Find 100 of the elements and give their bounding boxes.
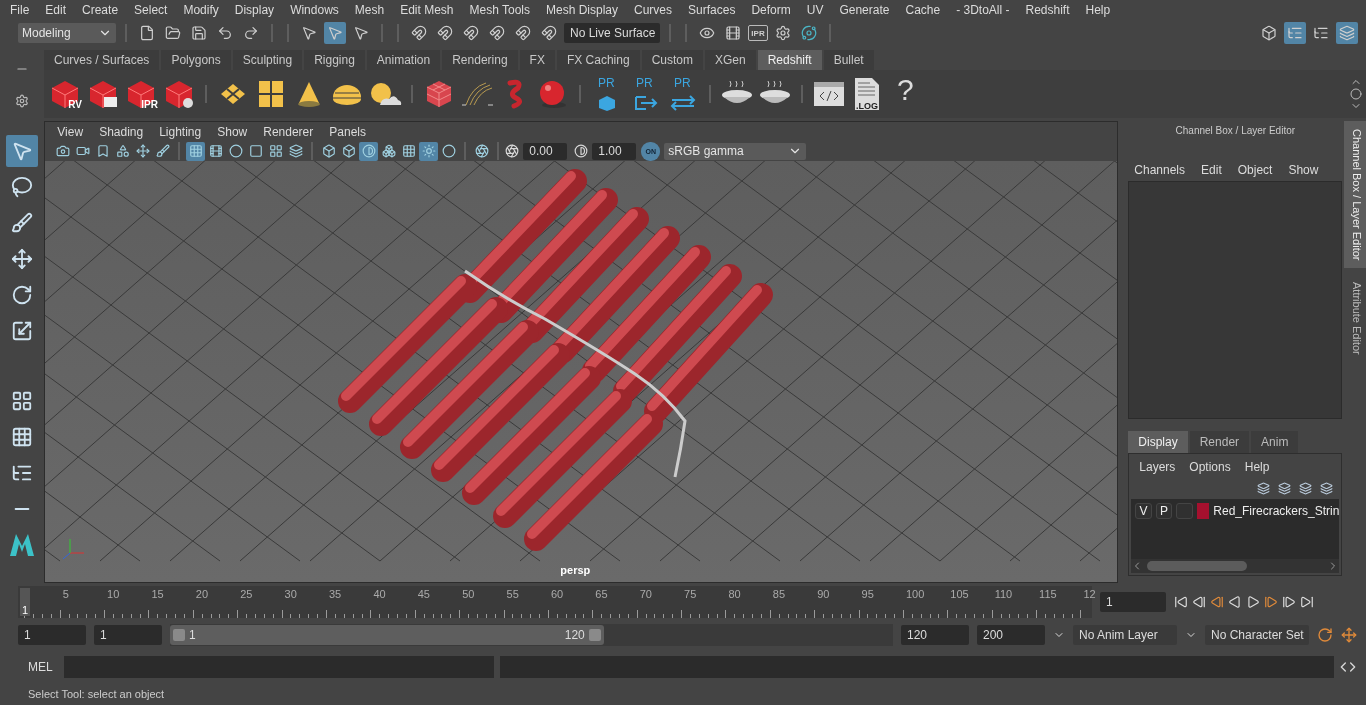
side-tab[interactable]: Channel Box / Layer Editor [1344, 121, 1366, 269]
go-to-start-icon[interactable] [1174, 595, 1188, 609]
playback-end-field[interactable]: 120 [901, 625, 969, 645]
end-time-field[interactable]: 200 [977, 625, 1045, 645]
paint-tool-icon [11, 212, 34, 234]
live-surface-field[interactable]: No Live Surface [564, 23, 660, 43]
shelf-tab[interactable]: XGen [704, 50, 756, 70]
shelf-tab[interactable]: Sculpting [232, 50, 303, 70]
script-editor-icon[interactable] [1340, 659, 1356, 675]
command-input[interactable] [64, 656, 494, 678]
menu-item[interactable]: Create [74, 3, 127, 17]
panel-menu-item[interactable]: View [49, 124, 92, 139]
menu-item[interactable]: Mesh Display [538, 3, 627, 17]
settings-icon[interactable] [15, 94, 29, 108]
grid-icon[interactable] [186, 141, 206, 161]
selection-mode-icon[interactable] [324, 22, 346, 44]
shelf-tab[interactable]: Curves / Surfaces [44, 50, 160, 70]
go-to-end-icon[interactable] [1300, 595, 1314, 609]
panel-menu-item[interactable]: Shading [91, 124, 152, 139]
playback-start-field[interactable]: 1 [94, 625, 162, 645]
menu-item[interactable]: Select [126, 3, 176, 17]
shelf-tab[interactable]: Rigging [304, 50, 365, 70]
shelf-tab[interactable]: Animation [366, 50, 441, 70]
character-set-field[interactable]: No Character Set [1205, 625, 1309, 645]
contrast-icon[interactable] [359, 141, 379, 161]
shelf-tab[interactable]: Custom [641, 50, 703, 70]
scrollbar-thumb[interactable] [1147, 561, 1248, 571]
exposure-field[interactable]: 0.00 [523, 142, 568, 160]
menu-item[interactable]: Edit Mesh [392, 3, 462, 17]
scroll-dot-icon[interactable] [1350, 88, 1362, 100]
range-handle[interactable] [173, 629, 185, 641]
panel-menu-item[interactable]: Renderer [255, 124, 322, 139]
current-time-marker[interactable]: 1 [20, 588, 30, 616]
previous-key-icon[interactable] [1210, 595, 1224, 609]
panel-menu-item[interactable]: Show [209, 124, 256, 139]
help-line: Select Tool: select an object [27, 687, 166, 702]
display-type-toggle[interactable] [1176, 503, 1193, 519]
menu-item[interactable]: Mesh [346, 3, 393, 17]
menu-item[interactable]: Help [1077, 3, 1119, 17]
ipr-render-icon[interactable]: IPR [748, 25, 768, 41]
menu-item[interactable]: Deform [743, 3, 799, 17]
panel-menu-item[interactable]: Object [1237, 163, 1273, 177]
color-space-dropdown[interactable]: sRGB gamma [664, 142, 807, 160]
play-icon[interactable] [1246, 595, 1260, 609]
auto-key-icon[interactable] [1317, 627, 1333, 643]
playback-toggle[interactable]: P [1155, 503, 1173, 519]
shelf-tab[interactable]: FX Caching [556, 50, 640, 70]
menu-item[interactable]: Surfaces [680, 3, 744, 17]
menu-item[interactable]: - 3DtoAll - [948, 3, 1018, 17]
panel-menu-item[interactable]: Layers [1139, 460, 1176, 474]
panel-menu-item[interactable]: Edit [1201, 163, 1222, 177]
layer-tab[interactable]: Display [1128, 431, 1188, 453]
panel-menu-item[interactable]: Options [1189, 460, 1231, 474]
shelf-tab[interactable]: Bullet [823, 50, 874, 70]
select-tool[interactable] [6, 135, 39, 167]
menu-item[interactable]: Redshift [1017, 3, 1078, 17]
layer-tab[interactable]: Anim [1251, 431, 1299, 453]
shelf-tab[interactable]: Rendering [442, 50, 518, 70]
layer-name[interactable]: Red_Firecrackers_Strin [1213, 504, 1340, 518]
light-icon[interactable] [419, 141, 439, 161]
range-start-label: 1 [188, 628, 197, 642]
viewport-canvas[interactable]: persp [45, 161, 1118, 582]
menu-item[interactable]: Modify [175, 3, 227, 17]
gamma-field[interactable]: 1.00 [592, 142, 637, 160]
panel-menu-item[interactable]: Help [1244, 460, 1270, 474]
step-back-icon[interactable] [1192, 595, 1206, 609]
panel-title: Channel Box / Layer Editor [1174, 123, 1297, 138]
gamma-icon [574, 144, 589, 158]
menu-item[interactable]: File [2, 3, 38, 17]
shelf-tab[interactable]: Redshift [757, 50, 822, 70]
step-forward-icon[interactable] [1282, 595, 1296, 609]
camera-label: persp [560, 564, 591, 576]
menu-item[interactable]: Cache [897, 3, 949, 17]
layer-color-swatch[interactable] [1196, 503, 1210, 519]
menu-item[interactable]: Edit [37, 3, 75, 17]
help-icon[interactable]: ? [888, 76, 922, 112]
shelf-tab[interactable]: Polygons [161, 50, 231, 70]
frame-number: 30 [284, 588, 297, 600]
next-key-icon[interactable] [1264, 595, 1278, 609]
menu-item[interactable]: UV [798, 3, 832, 17]
menu-item[interactable]: Generate [831, 3, 898, 17]
menu-item[interactable]: Curves [626, 3, 681, 17]
menu-item[interactable]: Windows [282, 3, 347, 17]
range-slider[interactable] [170, 625, 604, 645]
panel-menu-item[interactable]: Channels [1134, 163, 1186, 177]
visibility-toggle[interactable]: V [1135, 503, 1152, 519]
layer-tab[interactable]: Render [1189, 431, 1250, 453]
mode-dropdown[interactable]: Modeling [18, 23, 116, 43]
command-language-label[interactable]: MEL [18, 660, 58, 674]
panel-menu-item[interactable]: Panels [321, 124, 374, 139]
frame-number: 100 [905, 588, 925, 600]
play-backwards-icon[interactable] [1228, 595, 1242, 609]
menu-item[interactable]: Display [226, 3, 283, 17]
panel-menu-item[interactable]: Show [1288, 163, 1319, 177]
current-frame-field[interactable]: 1 [1100, 592, 1166, 612]
panel-menu-item[interactable]: Lighting [151, 124, 210, 139]
start-time-field[interactable]: 1 [18, 625, 86, 645]
anim-layer-field[interactable]: No Anim Layer [1073, 625, 1177, 645]
menu-item[interactable]: Mesh Tools [461, 3, 538, 17]
shelf-tab[interactable]: FX [519, 50, 555, 70]
